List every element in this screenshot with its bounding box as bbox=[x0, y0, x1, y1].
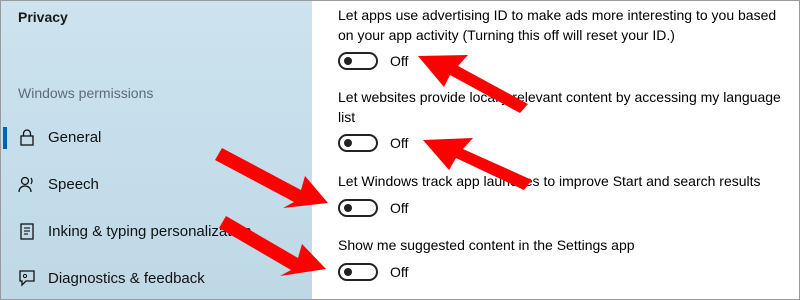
toggle-state-label: Off bbox=[390, 264, 409, 280]
toggle-knob bbox=[344, 139, 352, 147]
sidebar-item-diagnostics-feedback[interactable]: Diagnostics & feedback bbox=[1, 262, 312, 294]
sidebar-item-label: Speech bbox=[48, 175, 99, 193]
setting-suggested-content-text: Show me suggested content in the Setting… bbox=[338, 237, 635, 253]
setting-track-launches-text: Let Windows track app launches to improv… bbox=[338, 173, 761, 189]
toggle-state-label: Off bbox=[390, 200, 409, 216]
setting-suggested-content-row: Off bbox=[338, 261, 408, 283]
toggle-knob bbox=[344, 57, 352, 65]
sidebar-item-label: General bbox=[48, 128, 102, 146]
setting-advertising-id-row: Off bbox=[338, 50, 408, 72]
speech-icon bbox=[17, 174, 37, 194]
sidebar-item-label: Diagnostics & feedback bbox=[48, 269, 205, 287]
toggle-state-label: Off bbox=[390, 135, 409, 151]
sidebar-item-general[interactable]: General bbox=[1, 121, 312, 153]
inking-icon bbox=[17, 221, 37, 241]
toggle-state-label: Off bbox=[390, 53, 409, 69]
suggested-content-toggle[interactable] bbox=[338, 263, 378, 281]
setting-track-launches-row: Off bbox=[338, 197, 408, 219]
sidebar-item-speech[interactable]: Speech bbox=[1, 168, 312, 200]
sidebar: Privacy Windows permissions General Spee… bbox=[1, 1, 312, 299]
track-launches-toggle[interactable] bbox=[338, 199, 378, 217]
sidebar-item-label: Inking & typing personalization bbox=[48, 222, 252, 240]
sidebar-title: Privacy bbox=[18, 9, 68, 25]
toggle-knob bbox=[344, 204, 352, 212]
feedback-icon bbox=[17, 268, 37, 288]
advertising-id-toggle[interactable] bbox=[338, 52, 378, 70]
setting-language-list-row: Off bbox=[338, 132, 408, 154]
sidebar-item-inking-typing[interactable]: Inking & typing personalization bbox=[1, 215, 312, 247]
language-list-toggle[interactable] bbox=[338, 134, 378, 152]
setting-language-list-text: Let websites provide locally relevant co… bbox=[338, 89, 781, 125]
toggle-knob bbox=[344, 268, 352, 276]
settings-panel: Let apps use advertising ID to make ads … bbox=[312, 1, 799, 299]
section-label-windows-permissions: Windows permissions bbox=[18, 85, 154, 101]
lock-icon bbox=[17, 127, 37, 147]
setting-advertising-id-text: Let apps use advertising ID to make ads … bbox=[338, 7, 777, 43]
